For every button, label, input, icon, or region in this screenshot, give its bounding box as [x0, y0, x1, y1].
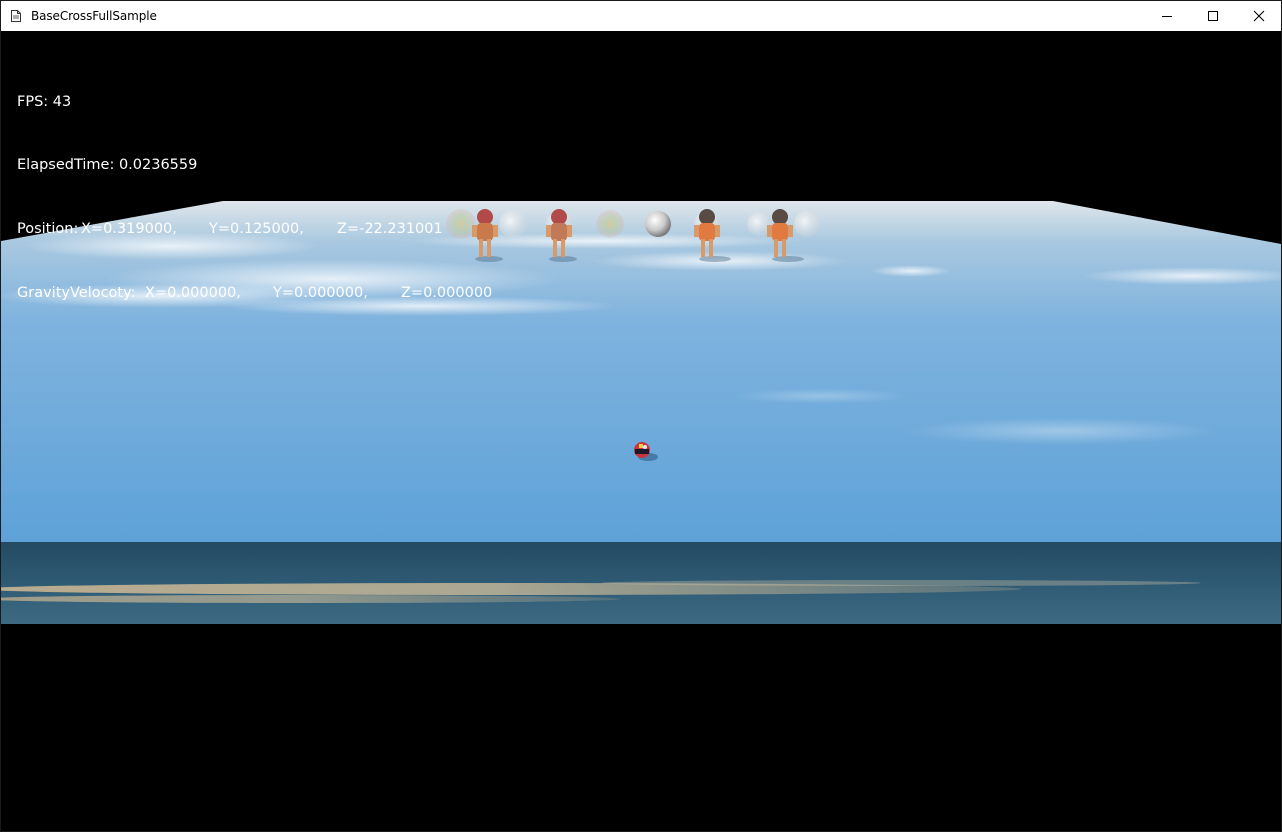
position-x: X=0.319000,: [81, 221, 177, 238]
gravity-label: GravityVelocoty:: [17, 285, 136, 302]
app-window: BaseCrossFullSample FPS: 43 ElapsedTime:…: [0, 0, 1282, 832]
position-label: Position:: [17, 221, 79, 238]
window-title: BaseCrossFullSample: [31, 9, 157, 23]
minimize-button[interactable]: [1144, 1, 1190, 31]
fps-text: FPS: 43: [17, 93, 72, 110]
maximize-icon: [1208, 11, 1218, 21]
close-icon: [1253, 10, 1265, 22]
gravity-y: Y=0.000000,: [273, 285, 368, 302]
position-z: Z=-22.231001: [337, 221, 443, 238]
white-sphere: [645, 211, 671, 237]
debug-hud: FPS: 43 ElapsedTime: 0.0236559 Position:…: [17, 49, 492, 347]
position-readout: Position: X=0.319000, Y=0.125000, Z=-22.…: [17, 219, 443, 240]
gravity-z: Z=0.000000: [401, 285, 493, 302]
document-icon: [11, 10, 21, 22]
minimize-icon: [1162, 16, 1172, 17]
elapsed-text: ElapsedTime: 0.0236559: [17, 157, 198, 174]
game-viewport[interactable]: FPS: 43 ElapsedTime: 0.0236559 Position:…: [1, 31, 1281, 831]
maximize-button[interactable]: [1190, 1, 1236, 31]
elapsed-readout: ElapsedTime: 0.0236559: [17, 155, 197, 176]
gravity-x: X=0.000000,: [145, 285, 241, 302]
title-bar[interactable]: BaseCrossFullSample: [1, 1, 1281, 31]
fps-readout: FPS: 43: [17, 92, 71, 113]
colored-ghost-sphere: [446, 209, 476, 239]
ghost-sphere: [794, 211, 820, 237]
colored-ghost-sphere: [596, 210, 624, 238]
close-button[interactable]: [1236, 1, 1282, 31]
ghost-sphere: [499, 210, 527, 238]
scene-3d: [1, 201, 1281, 624]
gravity-readout: GravityVelocoty: X=0.000000, Y=0.000000,…: [17, 283, 492, 304]
position-y: Y=0.125000,: [209, 221, 304, 238]
